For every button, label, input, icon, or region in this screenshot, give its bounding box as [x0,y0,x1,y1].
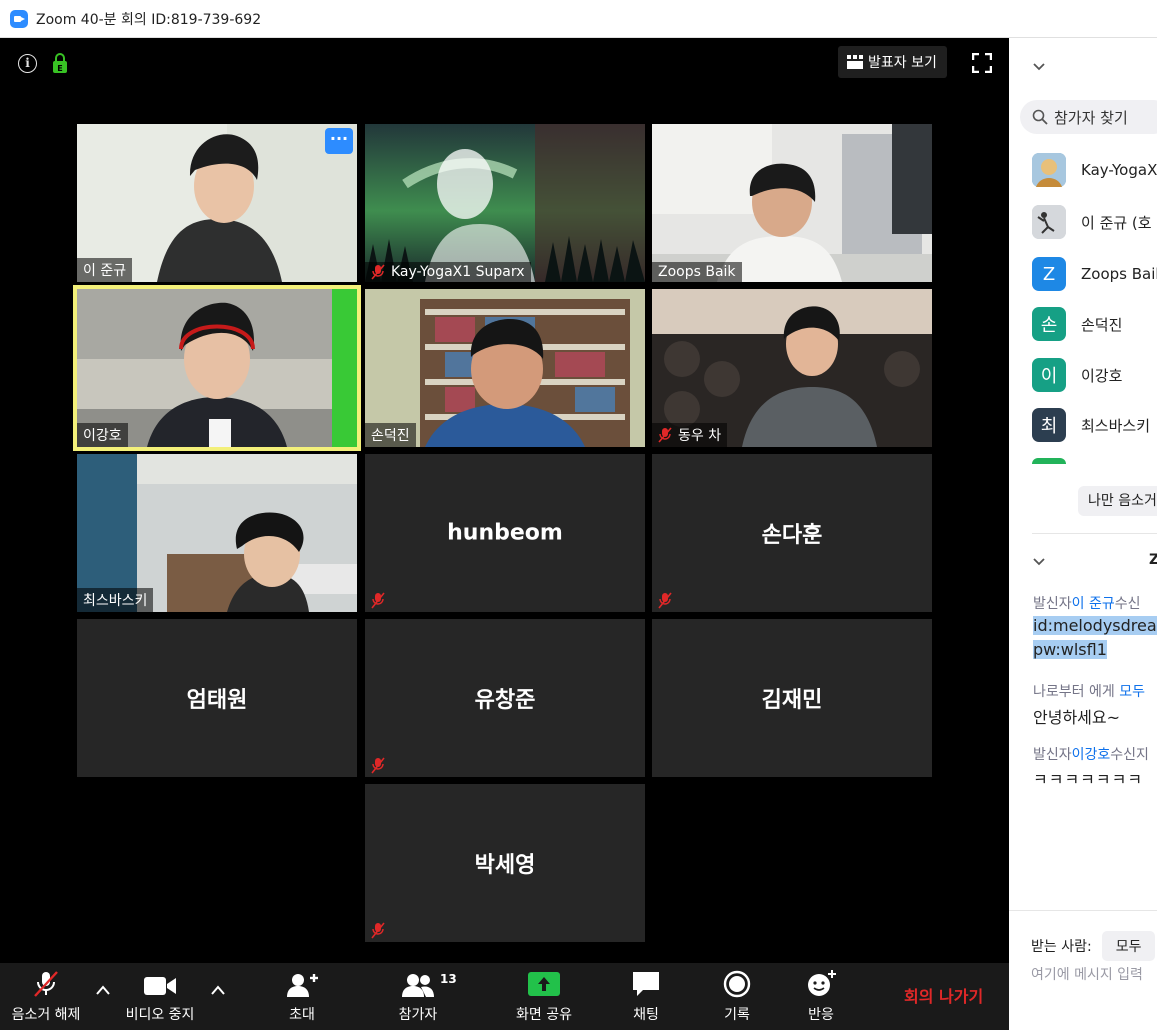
participants-count: 13 [440,972,457,986]
video-feed [652,124,932,282]
fullscreen-icon[interactable] [972,53,992,73]
muted-mic-icon [371,922,385,939]
participant-name: 김재민 [761,688,823,713]
reactions-button[interactable]: 반응 [796,963,846,1030]
video-tile-off[interactable]: 박세영 [365,784,645,942]
video-tile[interactable]: Zoops Baik [652,124,932,282]
avatar: Z [1032,257,1066,291]
chat-message: id:melodysdrea [1033,616,1157,635]
muted-mic-icon [371,757,385,774]
video-tile[interactable]: ··· 이 준규 [77,124,357,282]
title-bar: Zoom 40-분 회의 ID:819-739-692 [0,0,1157,38]
chat-message: 안녕하세요~ [1033,708,1121,727]
muted-mic-icon [371,264,385,280]
mute-me-button[interactable]: 나만 음소거 [1078,486,1157,516]
participant-name: 엄태원 [186,688,248,713]
panel-divider [1032,533,1157,534]
recipient-select[interactable]: 모두 [1101,931,1156,961]
speaker-view-label: 발표자 보기 [868,55,937,71]
add-reaction-icon [808,970,836,996]
speaker-view-icon [847,55,863,69]
audio-options-caret-icon[interactable] [95,983,111,997]
speaker-view-button[interactable]: 발표자 보기 [838,46,947,78]
stop-video-button[interactable]: 비디오 중지 [118,963,202,1030]
video-tile[interactable]: 손덕진 [365,289,645,447]
participant-name: hunbeom [447,520,563,546]
video-tile-off[interactable]: 엄태원 [77,619,357,777]
participants-button[interactable]: 참가자 [388,963,448,1030]
avatar [1032,205,1066,239]
side-panel: 참가자 찾기 Kay-YogaX 이 준규 (호 Z Zoops Baik 손 … [1009,38,1157,1030]
record-button[interactable]: 기록 [712,963,762,1030]
participant-name-tag: 최스바스키 [77,588,154,612]
participant-list-item[interactable]: 손 손덕진 [1032,306,1122,342]
collapse-participants-chevron-icon[interactable] [1032,62,1046,72]
participant-name: 손다훈 [761,523,823,548]
avatar [1032,153,1066,187]
video-tile[interactable]: 최스바스키 [77,454,357,612]
participant-name-tag: 이강호 [77,423,128,447]
video-tile-off[interactable]: hunbeom [365,454,645,612]
panel-divider [1009,910,1157,911]
participant-list-item[interactable]: 이 준규 (호 [1032,204,1152,240]
share-screen-button[interactable]: 화면 공유 [508,963,580,1030]
participant-name: 박세영 [474,853,536,878]
add-user-icon [287,974,318,997]
video-tile[interactable]: 동우 차 [652,289,932,447]
svg-text:E: E [57,64,62,73]
video-tile[interactable]: Kay-YogaX1 Suparx [365,124,645,282]
participant-search-input[interactable]: 참가자 찾기 [1020,100,1157,134]
chat-message: pw:wlsfl1 [1033,640,1107,659]
video-camera-icon [144,977,176,995]
participant-list-item[interactable]: 이 이강호 [1032,357,1122,393]
participant-name-tag: Kay-YogaX1 Suparx [365,262,531,282]
share-screen-icon [528,972,560,996]
video-tile-off[interactable]: 유창준 [365,619,645,777]
meeting-toolbar: 음소거 해제 비디오 중지 초대 참가자 13 화면 공유 채팅 기록 반응 회… [0,963,1009,1030]
chat-sender-line: 나로부터 에게 모두 [1033,684,1145,700]
avatar-partial [1032,458,1066,464]
participant-name-tag: Zoops Baik [652,262,742,282]
collapse-chat-chevron-icon[interactable] [1032,557,1046,567]
encryption-lock-icon[interactable]: E [52,52,68,74]
window-title: Zoom 40-분 회의 ID:819-739-692 [36,11,262,28]
zoom-logo-icon [10,9,28,28]
chat-recipient-row: 받는 사람: 모두 [1031,931,1156,961]
participant-list-item[interactable]: Kay-YogaX [1032,152,1157,188]
unmute-button[interactable]: 음소거 해제 [6,963,86,1030]
video-tile-off[interactable]: 손다훈 [652,454,932,612]
chat-bubble-icon [633,972,659,996]
video-tile-active-speaker[interactable]: 이강호 [73,285,361,451]
participant-list-item[interactable]: Z Zoops Baik [1032,256,1157,292]
avatar: 이 [1032,358,1066,392]
avatar: 손 [1032,307,1066,341]
chat-header: Z [1149,552,1157,568]
search-icon [1032,109,1048,125]
avatar: 최 [1032,408,1066,442]
invite-button[interactable]: 초대 [272,963,332,1030]
chat-message: ㅋㅋㅋㅋㅋㅋㅋ [1033,770,1144,789]
chat-message-input[interactable]: 여기에 메시지 입력 [1031,964,1143,984]
info-icon[interactable]: i [18,54,37,73]
muted-microphone-icon [34,971,58,997]
muted-mic-icon [658,592,672,609]
participant-name: 유창준 [474,688,536,713]
participant-name-tag: 이 준규 [77,258,133,282]
participants-icon [402,974,434,997]
muted-mic-icon [371,592,385,609]
participant-name-tag: 손덕진 [365,423,416,447]
video-stage: i E 발표자 보기 ··· 이 준규 Kay-YogaX1 Suparx Zo… [0,38,1009,963]
record-icon [723,970,751,998]
leave-meeting-button[interactable]: 회의 나가기 [904,983,983,1007]
chat-button[interactable]: 채팅 [621,963,671,1030]
muted-mic-icon [658,427,672,443]
participant-name-tag: 동우 차 [652,423,728,447]
more-options-button[interactable]: ··· [325,128,353,154]
video-feed [365,124,645,282]
participant-list-item[interactable]: 최 최스바스키 [1032,407,1150,443]
video-tile-off[interactable]: 김재민 [652,619,932,777]
chat-sender-line: 발신자이강호수신지 [1033,747,1149,763]
chat-sender-line: 발신자이 준규수신 [1033,596,1141,612]
video-options-caret-icon[interactable] [210,983,226,997]
